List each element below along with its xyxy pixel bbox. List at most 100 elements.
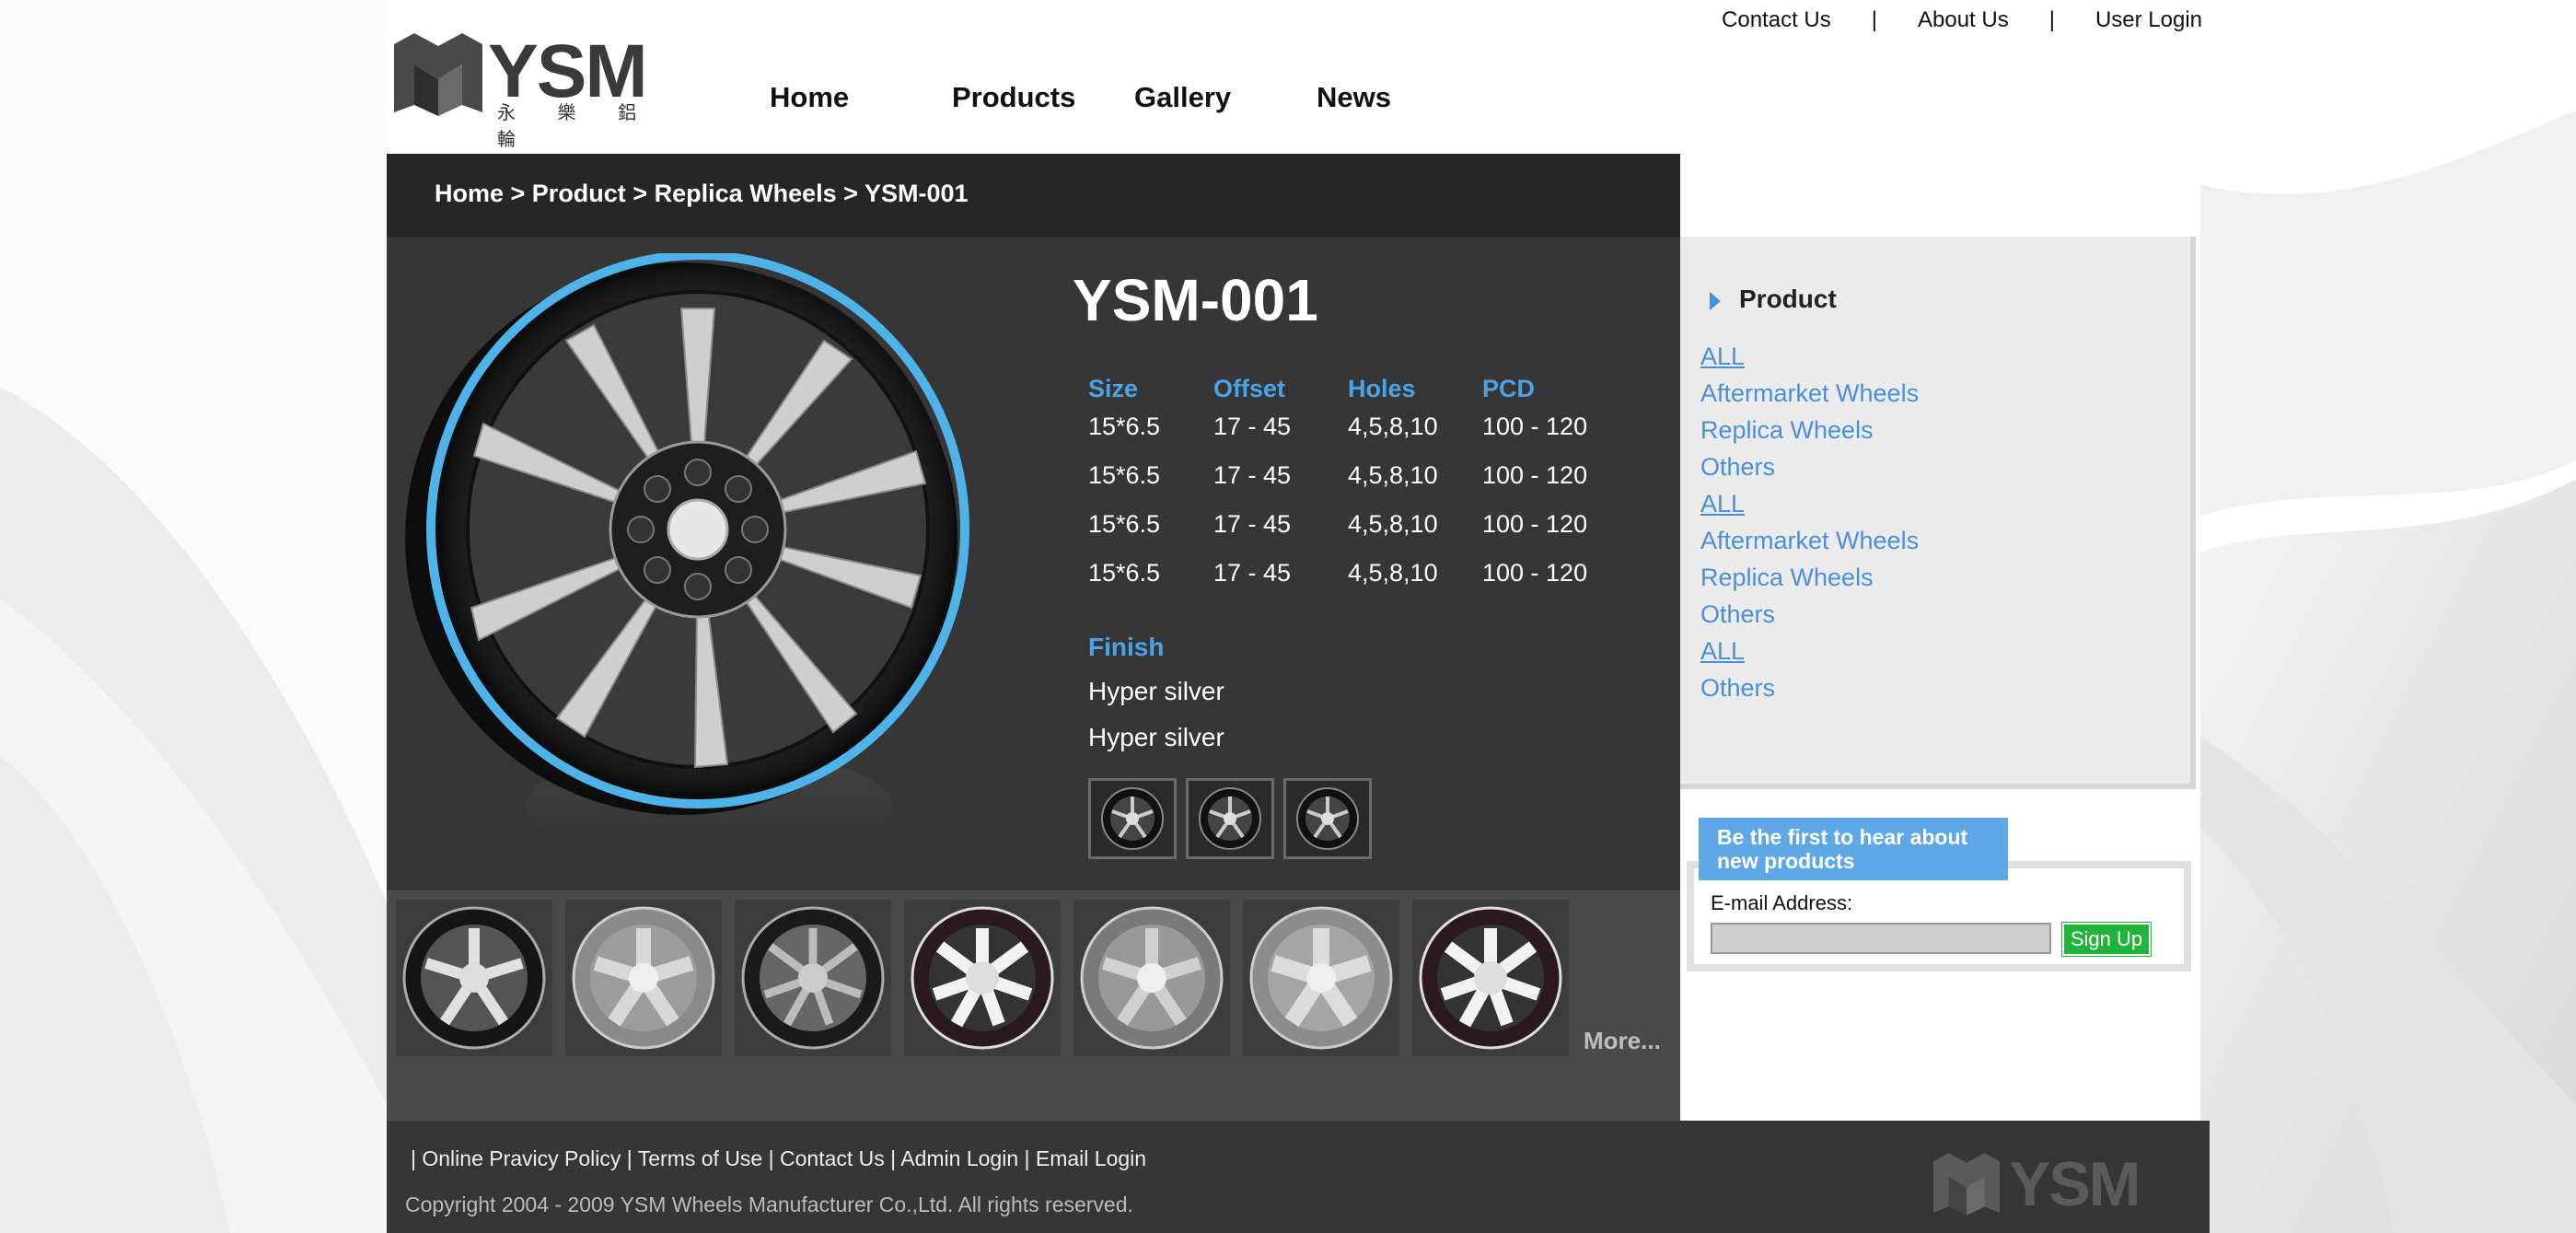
finish-item: Hyper silver [1088, 677, 1224, 705]
sidebar-title-text: Product [1739, 285, 1837, 313]
product-panel: YSM-001 Size Offset Holes PCD 15*6.5 17 … [387, 237, 1680, 890]
contact-us-link[interactable]: Contact Us [1722, 7, 1831, 33]
sidebar-item-aftermarket-wheels[interactable]: Aftermarket Wheels [1700, 522, 1919, 559]
breadcrumb: Home > Product > Replica Wheels > YSM-00… [435, 180, 969, 208]
finish-thumbnails [1088, 778, 1372, 859]
triangle-right-icon [1710, 291, 1721, 310]
footer: | Online Pravicy Policy | Terms of Use |… [387, 1121, 2210, 1233]
spec-pcd: 100 - 120 [1482, 461, 1588, 489]
breadcrumb-current: YSM-001 [864, 180, 969, 207]
wheel-thumbnail-icon [1419, 906, 1562, 1050]
nav-gallery[interactable]: Gallery [1134, 81, 1317, 114]
finish-thumbnail[interactable] [1088, 778, 1177, 859]
strip-bottom-bar [387, 1065, 1680, 1121]
breadcrumb-separator: > [625, 180, 655, 207]
separator: | [621, 1146, 638, 1170]
nav-products[interactable]: Products [952, 81, 1134, 114]
finish-label: Finish [1088, 633, 1165, 661]
related-product-thumbnail[interactable] [904, 900, 1061, 1056]
terms-of-use-link[interactable]: Terms of Use [638, 1146, 762, 1170]
related-product-thumbnail[interactable] [735, 900, 891, 1056]
sidebar-category-list: ALL Aftermarket Wheels Replica Wheels Ot… [1700, 338, 1919, 706]
wheel-thumbnail-icon [1249, 906, 1393, 1050]
spec-header-holes: Holes [1348, 375, 1416, 402]
spec-holes: 4,5,8,10 [1348, 510, 1438, 538]
spec-size: 15*6.5 [1088, 510, 1161, 538]
spec-pcd: 100 - 120 [1482, 559, 1588, 587]
sidebar-item-all[interactable]: ALL [1700, 338, 1919, 375]
email-login-link[interactable]: Email Login [1036, 1146, 1146, 1170]
more-link[interactable]: More... [1584, 1027, 1661, 1055]
spec-offset: 17 - 45 [1213, 461, 1292, 489]
related-product-thumbnail[interactable] [1412, 900, 1569, 1056]
product-sidebar: Product ALL Aftermarket Wheels Replica W… [1680, 237, 2196, 789]
spec-header-row: Size Offset Holes PCD [1088, 375, 1611, 413]
admin-login-link[interactable]: Admin Login [900, 1146, 1018, 1170]
page: YSM 永 樂 鋁 輪 Contact Us | About Us | User… [387, 0, 2210, 1233]
breadcrumb-bar: Home > Product > Replica Wheels > YSM-00… [387, 154, 1680, 237]
breadcrumb-home[interactable]: Home [435, 180, 504, 207]
wheel-thumbnail-icon [402, 906, 546, 1050]
footer-links: | Online Pravicy Policy | Terms of Use |… [411, 1146, 1146, 1171]
footer-logo: YSM [1933, 1148, 2164, 1222]
finish-item: Hyper silver [1088, 723, 1224, 751]
spec-size: 15*6.5 [1088, 413, 1161, 440]
breadcrumb-separator: > [836, 180, 864, 207]
email-label: E-mail Address: [1711, 891, 1853, 914]
finish-thumbnail[interactable] [1186, 778, 1274, 859]
spec-size: 15*6.5 [1088, 461, 1161, 489]
sidebar-item-others[interactable]: Others [1700, 448, 1919, 485]
separator: | [762, 1146, 780, 1170]
nav-news[interactable]: News [1317, 81, 1445, 114]
newsletter-heading: Be the first to hear about new products [1699, 818, 2008, 880]
email-field[interactable] [1711, 923, 2051, 954]
separator: | [411, 1146, 423, 1170]
spec-pcd: 100 - 120 [1482, 510, 1588, 538]
wheel-thumbnail-icon [911, 906, 1054, 1050]
sidebar-item-all[interactable]: ALL [1700, 633, 1919, 669]
privacy-policy-link[interactable]: Online Pravicy Policy [422, 1146, 621, 1170]
related-product-thumbnail[interactable] [565, 900, 722, 1056]
wheel-thumbnail-icon [1296, 787, 1359, 850]
spec-holes: 4,5,8,10 [1348, 461, 1438, 489]
sidebar-item-others[interactable]: Others [1700, 596, 1919, 633]
wheel-thumbnail-icon [741, 906, 885, 1050]
related-product-thumbnail[interactable] [396, 900, 552, 1056]
about-us-link[interactable]: About Us [1918, 7, 2009, 33]
footer-contact-us-link[interactable]: Contact Us [780, 1146, 885, 1170]
product-title: YSM-001 [1073, 267, 1318, 333]
breadcrumb-replica-wheels[interactable]: Replica Wheels [655, 180, 837, 207]
sidebar-item-all[interactable]: ALL [1700, 485, 1919, 522]
spec-size: 15*6.5 [1088, 559, 1161, 587]
main-nav: Home Products Gallery News [770, 81, 1445, 114]
sidebar-item-replica-wheels[interactable]: Replica Wheels [1700, 412, 1919, 448]
spec-holes: 4,5,8,10 [1348, 413, 1438, 440]
spec-pcd: 100 - 120 [1482, 413, 1588, 440]
footer-logo-wordmark: YSM [2009, 1149, 2141, 1219]
sidebar-item-replica-wheels[interactable]: Replica Wheels [1700, 559, 1919, 596]
table-row: 15*6.5 17 - 45 4,5,8,10 100 - 120 [1088, 510, 1611, 559]
separator: | [2048, 7, 2055, 32]
ysm-logo-mark-icon [394, 33, 482, 116]
user-login-link[interactable]: User Login [2095, 7, 2202, 33]
breadcrumb-separator: > [504, 180, 532, 207]
finish-thumbnail[interactable] [1283, 778, 1372, 859]
spec-offset: 17 - 45 [1213, 510, 1292, 538]
related-product-thumbnail[interactable] [1073, 900, 1230, 1056]
sign-up-button[interactable]: Sign Up [2061, 922, 2152, 957]
sidebar-item-others[interactable]: Others [1700, 669, 1919, 706]
separator: | [884, 1146, 901, 1170]
nav-home[interactable]: Home [770, 81, 952, 114]
wheel-thumbnail-icon [1080, 906, 1224, 1050]
table-row: 15*6.5 17 - 45 4,5,8,10 100 - 120 [1088, 413, 1611, 461]
related-product-thumbnail[interactable] [1243, 900, 1399, 1056]
site-logo[interactable]: YSM 永 樂 鋁 輪 [394, 33, 670, 150]
breadcrumb-product[interactable]: Product [532, 180, 626, 207]
spec-offset: 17 - 45 [1213, 413, 1292, 440]
separator: | [1018, 1146, 1036, 1170]
product-wheel-image [405, 253, 969, 861]
spec-header-size: Size [1088, 375, 1139, 402]
spec-holes: 4,5,8,10 [1348, 559, 1438, 587]
wheel-thumbnail-icon [1199, 787, 1261, 850]
sidebar-item-aftermarket-wheels[interactable]: Aftermarket Wheels [1700, 375, 1919, 412]
